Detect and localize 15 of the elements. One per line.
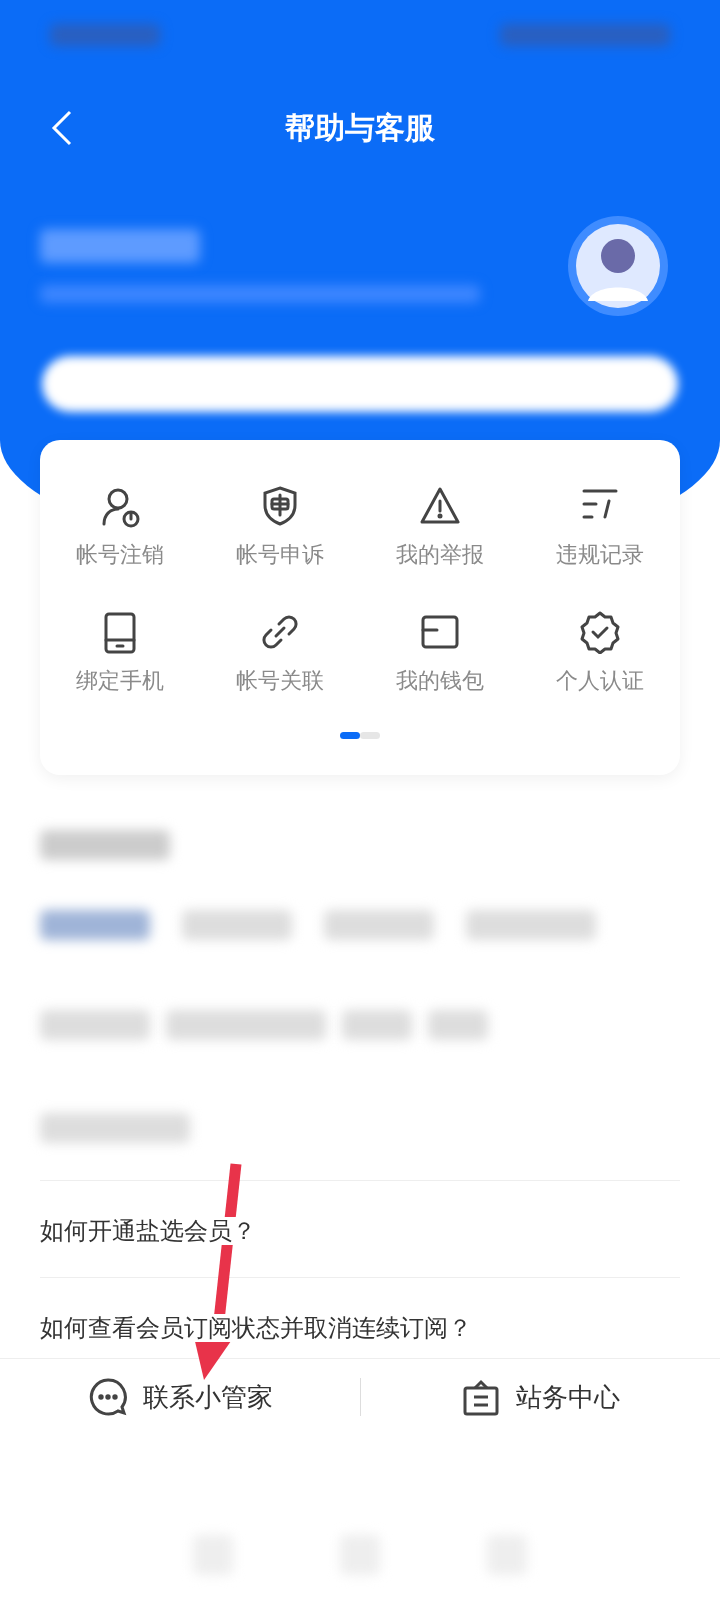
blurred-text	[428, 1010, 488, 1040]
shortcut-item[interactable]: 绑定手机	[40, 610, 200, 696]
blurred-text	[342, 1010, 412, 1040]
search-field[interactable]	[42, 356, 678, 412]
verified-badge-icon	[578, 610, 622, 654]
page-title: 帮助与客服	[285, 108, 435, 147]
shortcut-item[interactable]: 我的钱包	[360, 610, 520, 696]
help-center-button[interactable]: 站务中心	[460, 1376, 621, 1418]
contact-button[interactable]: 联系小管家	[86, 1376, 273, 1418]
shortcut-item[interactable]: 个人认证	[520, 610, 680, 696]
shortcut-item[interactable]: 违规记录	[520, 484, 680, 570]
shortcut-item[interactable]: 帐号注销	[40, 484, 200, 570]
shortcut-item[interactable]: 帐号关联	[200, 610, 360, 696]
shortcut-item[interactable]: 我的举报	[360, 484, 520, 570]
shortcut-item[interactable]: 帐号申诉	[200, 484, 360, 570]
